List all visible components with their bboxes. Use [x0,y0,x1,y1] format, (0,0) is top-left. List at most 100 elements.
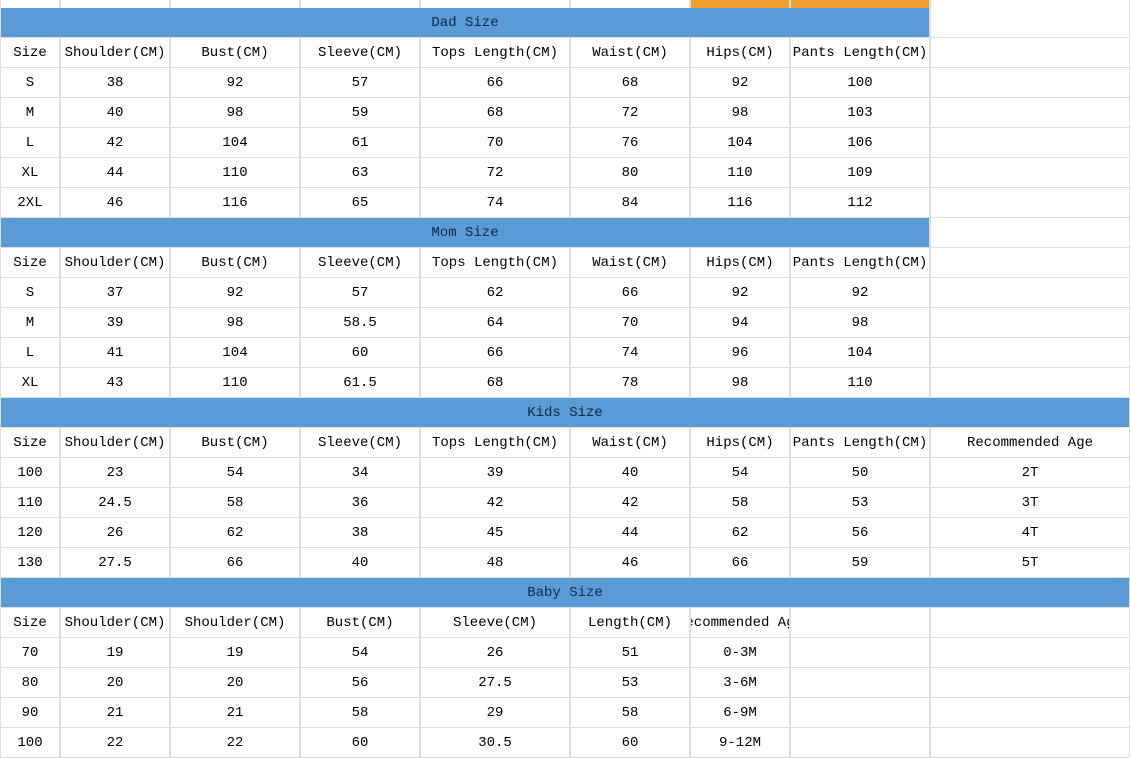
dad-section-title: Dad Size [0,8,930,38]
data-cell: 57 [300,278,420,308]
data-cell: 66 [420,338,570,368]
data-cell: 9-12M [690,728,790,758]
col-header: Shoulder(CM) [60,608,170,638]
data-cell: 27.5 [60,548,170,578]
col-header: Waist(CM) [570,428,690,458]
col-header: Shoulder(CM) [170,608,300,638]
data-cell: 29 [420,698,570,728]
empty-cell [930,158,1130,188]
empty-cell [930,68,1130,98]
data-cell: 65 [300,188,420,218]
data-cell: 54 [690,458,790,488]
data-cell: S [0,68,60,98]
data-cell: 0-3M [690,638,790,668]
empty-cell [790,728,930,758]
empty-cell [930,248,1130,278]
data-cell: 40 [60,98,170,128]
data-cell: 3T [930,488,1130,518]
data-cell: 70 [420,128,570,158]
data-cell: 42 [420,488,570,518]
data-cell: 21 [60,698,170,728]
data-cell: 20 [170,668,300,698]
data-cell: 38 [300,518,420,548]
col-header: Shoulder(CM) [60,38,170,68]
data-cell: 60 [300,728,420,758]
kids-section-title-row: Kids Size [0,398,1130,428]
table-row: M409859687298103 [0,98,1130,128]
data-cell: S [0,278,60,308]
data-cell: 103 [790,98,930,128]
data-cell: M [0,308,60,338]
data-cell: 46 [60,188,170,218]
data-cell: 84 [570,188,690,218]
data-cell: 22 [170,728,300,758]
data-cell: 61 [300,128,420,158]
col-header: Sleeve(CM) [300,38,420,68]
data-cell: 80 [0,668,60,698]
data-cell: 4T [930,518,1130,548]
data-cell: 98 [170,98,300,128]
col-header: Recommended Age [930,428,1130,458]
col-header: Tops Length(CM) [420,38,570,68]
col-header: Shoulder(CM) [60,248,170,278]
data-cell: 46 [570,548,690,578]
data-cell: 45 [420,518,570,548]
data-cell: 90 [0,698,60,728]
table-row: 8020205627.5533-6M [0,668,1130,698]
data-cell: 60 [570,728,690,758]
empty-cell [930,668,1130,698]
data-cell: 40 [570,458,690,488]
data-cell: 27.5 [420,668,570,698]
baby-section-title: Baby Size [0,578,1130,608]
data-cell: 39 [60,308,170,338]
col-header: Bust(CM) [170,38,300,68]
empty-cell [930,698,1130,728]
data-cell: 61.5 [300,368,420,398]
data-cell: 22 [60,728,170,758]
data-cell: 62 [420,278,570,308]
data-cell: 30.5 [420,728,570,758]
data-cell: 110 [790,368,930,398]
table-row: L42104617076104106 [0,128,1130,158]
data-cell: 80 [570,158,690,188]
empty-cell [930,638,1130,668]
table-row: 7019195426510-3M [0,638,1130,668]
col-header: Tops Length(CM) [420,428,570,458]
data-cell: 37 [60,278,170,308]
col-header: Waist(CM) [570,38,690,68]
data-cell: 54 [170,458,300,488]
data-cell: 58 [170,488,300,518]
col-header: Hips(CM) [690,428,790,458]
empty-cell [930,98,1130,128]
data-cell: 110 [170,158,300,188]
data-cell: 110 [170,368,300,398]
top-row-fragment [0,0,1130,8]
empty-cell [930,218,1130,248]
data-cell: 58 [300,698,420,728]
data-cell: 44 [60,158,170,188]
data-cell: 116 [690,188,790,218]
data-cell: 62 [690,518,790,548]
data-cell: 56 [790,518,930,548]
data-cell: 98 [690,98,790,128]
data-cell: 2XL [0,188,60,218]
data-cell: 92 [170,278,300,308]
data-cell: 6-9M [690,698,790,728]
col-header: Pants Length(CM) [790,38,930,68]
data-cell: 20 [60,668,170,698]
table-row: 120266238454462564T [0,518,1130,548]
col-header: Recommended Age [690,608,790,638]
data-cell: 72 [570,98,690,128]
data-cell: 36 [300,488,420,518]
empty-cell [930,728,1130,758]
table-row: 13027.56640484666595T [0,548,1130,578]
empty-cell [790,668,930,698]
data-cell: 63 [300,158,420,188]
empty-cell [930,608,1130,638]
kids-headers-row: Size Shoulder(CM) Bust(CM) Sleeve(CM) To… [0,428,1130,458]
data-cell: 106 [790,128,930,158]
mom-section-title: Mom Size [0,218,930,248]
data-cell: 59 [790,548,930,578]
data-cell: 110 [690,158,790,188]
data-cell: M [0,98,60,128]
